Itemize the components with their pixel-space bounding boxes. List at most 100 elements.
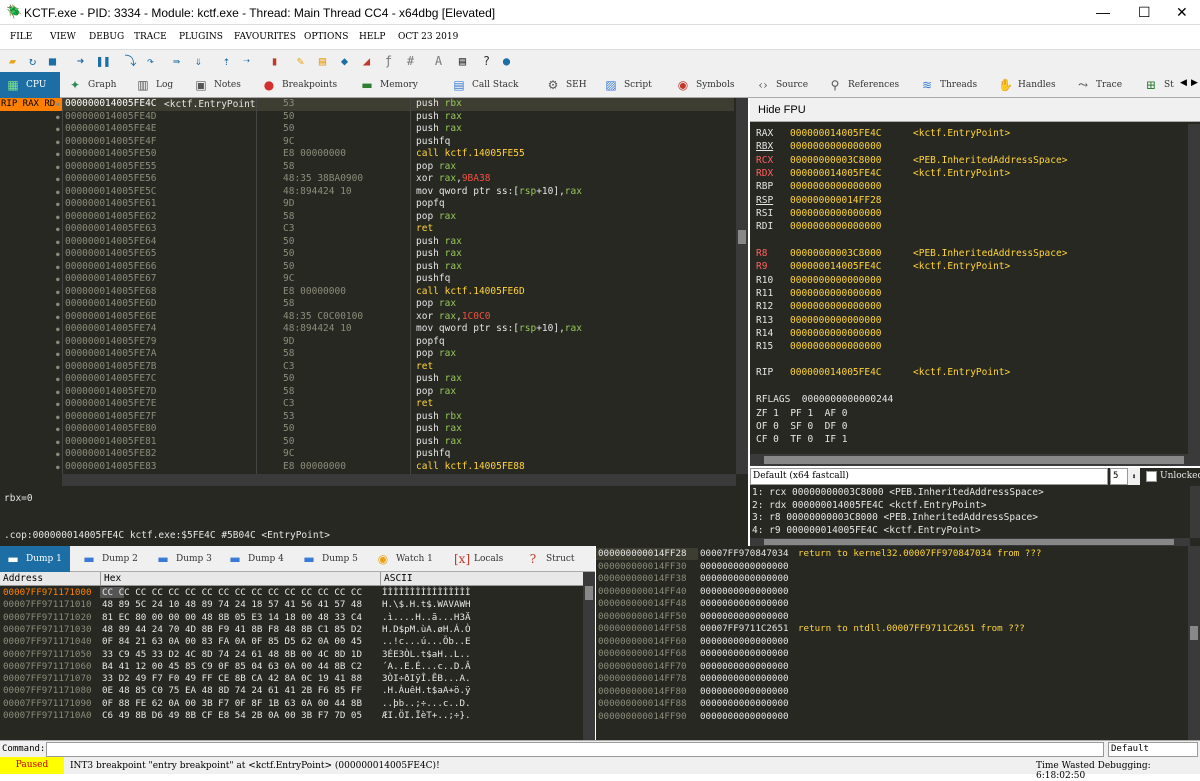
- run-icon[interactable]: ➜: [74, 54, 87, 68]
- breakpoint-dot-icon[interactable]: ●: [56, 401, 60, 408]
- dump-ascii[interactable]: H.D$pM.ùA.øH.Á.Ò: [382, 624, 471, 637]
- restart-icon[interactable]: ↻: [26, 54, 39, 68]
- tab-seh[interactable]: ⚙ SEH: [540, 72, 596, 98]
- disasm-address[interactable]: 000000014005FE50: [65, 148, 157, 161]
- help-icon[interactable]: ?: [480, 54, 493, 68]
- col-ascii[interactable]: ASCII: [380, 572, 413, 586]
- menu-view[interactable]: VIEW: [50, 32, 76, 42]
- arg-row[interactable]: 4: r9 000000014005FE4C <kctf.EntryPoint>: [752, 524, 981, 537]
- args-vscrollbar[interactable]: [1190, 486, 1200, 538]
- stack-address[interactable]: 000000000014FF88: [598, 698, 687, 711]
- disasm-address[interactable]: 000000014005FE6E: [65, 311, 157, 324]
- breakpoint-dot-icon[interactable]: ●: [56, 351, 60, 358]
- menu-debug[interactable]: DEBUG: [89, 32, 124, 42]
- command-mode-select[interactable]: Default: [1108, 742, 1198, 757]
- disasm-address[interactable]: 000000014005FE56: [65, 173, 157, 186]
- help-icon[interactable]: ●: [500, 54, 513, 68]
- register-value[interactable]: 000000000014FF28: [790, 194, 882, 207]
- disasm-instruction[interactable]: popfq: [416, 336, 445, 349]
- execute-till-return-icon[interactable]: ⇡: [220, 54, 233, 68]
- stack-address[interactable]: 000000000014FF38: [598, 573, 687, 586]
- disasm-address[interactable]: 000000014005FE67: [65, 273, 157, 286]
- dump-ascii[interactable]: ´A..E.É...c..D.Â: [382, 661, 471, 674]
- register-value[interactable]: 00000000003C8000: [790, 154, 882, 167]
- tab-scroll-left-icon[interactable]: ◀: [1180, 78, 1187, 88]
- breakpoint-dot-icon[interactable]: ●: [56, 301, 60, 308]
- arg-row[interactable]: 2: rdx 000000014005FE4C <kctf.EntryPoint…: [752, 499, 987, 512]
- disasm-address[interactable]: 000000014005FE66: [65, 261, 157, 274]
- dump-hex[interactable]: 33 C9 45 33 D2 4C 8D 74 24 61 48 8B 00 4…: [102, 649, 362, 662]
- menu-plugins[interactable]: PLUGINS: [179, 32, 223, 42]
- scroll-thumb[interactable]: [764, 456, 1184, 464]
- disasm-address[interactable]: 000000014005FE4F: [65, 136, 157, 149]
- dump-address[interactable]: 00007FF971171090: [3, 698, 92, 711]
- stack-value[interactable]: 0000000000000000: [700, 698, 789, 711]
- tab-dump-2[interactable]: ▬ Dump 2: [76, 546, 144, 572]
- spin-arrows-icon[interactable]: ⬍: [1128, 468, 1140, 485]
- disasm-instruction[interactable]: pop rax: [416, 348, 456, 361]
- tab-handles[interactable]: ✋ Handles: [992, 72, 1062, 98]
- breakpoint-dot-icon[interactable]: ●: [56, 276, 60, 283]
- disasm-address[interactable]: 000000014005FE65: [65, 248, 157, 261]
- disasm-address[interactable]: 000000014005FE61: [65, 198, 157, 211]
- breakpoint-dot-icon[interactable]: ●: [56, 289, 60, 296]
- dump-hex[interactable]: 0F 88 FE 62 0A 00 3B F7 0F 8F 1B 63 0A 0…: [102, 698, 362, 711]
- open-icon[interactable]: ▰: [6, 54, 19, 68]
- register-value[interactable]: 0000000000000000: [790, 287, 882, 300]
- dump-ascii[interactable]: .H.ÀuêH.t$aA+ö.ÿ: [382, 685, 471, 698]
- stack-value[interactable]: 0000000000000000: [700, 673, 789, 686]
- breakpoint-dot-icon[interactable]: ●: [56, 389, 60, 396]
- dump-hex[interactable]: 81 EC 80 00 00 00 48 8B 05 E3 14 18 00 4…: [102, 612, 362, 625]
- tab-cpu[interactable]: ▦ CPU: [0, 72, 60, 98]
- dump-address[interactable]: 00007FF971171050: [3, 649, 92, 662]
- register-value[interactable]: 000000014005FE4C: [790, 260, 882, 273]
- stack-view[interactable]: 000000000014FF28 00007FF970847034 return t…: [596, 546, 1200, 740]
- unlocked-checkbox[interactable]: [1146, 471, 1157, 482]
- stack-value[interactable]: 0000000000000000: [700, 561, 789, 574]
- calling-convention-select[interactable]: Default (x64 fastcall): [750, 468, 1108, 485]
- trace-into-icon[interactable]: ⇛: [170, 54, 183, 68]
- disasm-instruction[interactable]: push rax: [416, 261, 462, 274]
- dump-hex[interactable]: 48 89 44 24 70 4D 8B F9 41 8B F8 48 8B C…: [102, 624, 362, 637]
- scroll-thumb[interactable]: [738, 230, 746, 244]
- step-over-icon[interactable]: ↷: [144, 54, 157, 68]
- disasm-address[interactable]: 000000014005FE83: [65, 461, 157, 474]
- disasm-instruction[interactable]: pop rax: [416, 211, 456, 224]
- breakpoint-dot-icon[interactable]: ●: [56, 189, 60, 196]
- registers-vscrollbar[interactable]: [1188, 124, 1200, 454]
- maximize-button[interactable]: ☐: [1138, 4, 1151, 21]
- pause-icon[interactable]: ❚❚: [96, 54, 110, 68]
- menu-favourites[interactable]: FAVOURITES: [234, 32, 296, 42]
- dump-ascii[interactable]: ÌÌÌÌÌÌÌÌÌÌÌÌÌÌÌÌ: [382, 587, 471, 600]
- disasm-instruction[interactable]: push rax: [416, 111, 462, 124]
- disasm-address[interactable]: 000000014005FE80: [65, 423, 157, 436]
- strings-icon[interactable]: ▤: [456, 54, 469, 68]
- dump-address[interactable]: 00007FF971171080: [3, 685, 92, 698]
- scylla-icon[interactable]: ▮: [268, 54, 281, 68]
- breakpoint-dot-icon[interactable]: ●: [56, 139, 60, 146]
- dump-address[interactable]: 00007FF971171030: [3, 624, 92, 637]
- dump-address[interactable]: 00007FF971171020: [3, 612, 92, 625]
- stack-value[interactable]: 0000000000000000: [700, 661, 789, 674]
- disasm-address[interactable]: 000000014005FE55: [65, 161, 157, 174]
- bookmark-icon[interactable]: ◆: [338, 54, 351, 68]
- breakpoint-dot-icon[interactable]: ●: [56, 101, 60, 108]
- dump-hex[interactable]: 48 89 5C 24 10 48 89 74 24 18 57 41 56 4…: [102, 599, 362, 612]
- disasm-instruction[interactable]: popfq: [416, 198, 445, 211]
- tab-notes[interactable]: ▣ Notes: [188, 72, 250, 98]
- breakpoint-dot-icon[interactable]: ●: [56, 364, 60, 371]
- stack-address[interactable]: 000000000014FF40: [598, 586, 687, 599]
- disasm-instruction[interactable]: push rax: [416, 423, 462, 436]
- tab-graph[interactable]: ✦ Graph: [62, 72, 124, 98]
- disasm-address[interactable]: 000000014005FE7C: [65, 373, 157, 386]
- disasm-instruction[interactable]: ret: [416, 361, 433, 374]
- disasm-instruction[interactable]: push rax: [416, 236, 462, 249]
- stack-vscrollbar[interactable]: [1188, 546, 1200, 740]
- disasm-instruction[interactable]: xor rax,9BA38: [416, 173, 490, 186]
- tab-breakpoints[interactable]: ● Breakpoints: [256, 72, 346, 98]
- register-value[interactable]: 000000014005FE4C: [790, 127, 882, 140]
- disasm-instruction[interactable]: ret: [416, 398, 433, 411]
- hide-fpu-button[interactable]: Hide FPU: [750, 98, 1200, 122]
- breakpoint-dot-icon[interactable]: ●: [56, 226, 60, 233]
- close-icon[interactable]: ■: [46, 54, 59, 68]
